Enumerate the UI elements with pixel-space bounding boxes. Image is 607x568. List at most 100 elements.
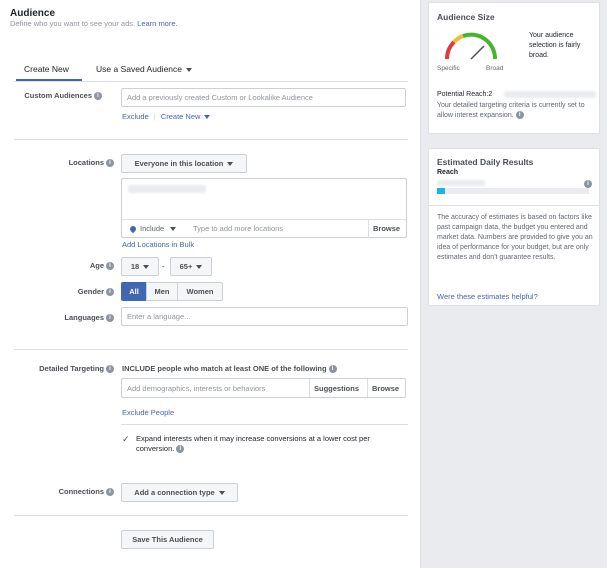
criteria-text-label: Your detailed targeting criteria is curr… xyxy=(437,102,585,119)
location-audience-dropdown[interactable]: Everyone in this location xyxy=(121,154,247,173)
exclude-link[interactable]: Exclude xyxy=(122,112,149,121)
card-divider xyxy=(429,205,599,206)
detailed-targeting-box: Add demographics, interests or behaviors… xyxy=(121,378,406,398)
potential-reach-redacted xyxy=(504,91,596,98)
info-icon[interactable]: i xyxy=(176,445,185,454)
age-max-value: 65+ xyxy=(179,262,193,271)
gauge-red-segment xyxy=(444,40,456,60)
estimates-disclaimer: The accuracy of estimates is based on fa… xyxy=(437,214,593,261)
check-icon[interactable]: ✓ xyxy=(122,434,136,446)
info-icon[interactable]: i xyxy=(515,111,524,120)
info-icon[interactable]: i xyxy=(106,262,114,271)
age-min-dropdown[interactable]: 18 xyxy=(121,257,159,276)
info-icon[interactable]: i xyxy=(106,488,114,497)
detailed-targeting-browse-button[interactable]: Browse xyxy=(372,384,399,394)
reach-label: Reach xyxy=(437,169,459,176)
reach-bar-fill xyxy=(437,188,445,194)
info-icon[interactable]: i xyxy=(94,92,102,101)
include-criteria-text: INCLUDE people who match at least ONE of… xyxy=(122,364,337,374)
include-dropdown[interactable]: Include xyxy=(128,224,177,234)
age-max-dropdown[interactable]: 65+ xyxy=(170,257,212,276)
chevron-down-icon xyxy=(186,67,193,72)
tabs-divider xyxy=(14,81,408,82)
locations-label: Locations i xyxy=(24,158,114,168)
custom-audience-input[interactable]: Add a previously created Custom or Looka… xyxy=(121,88,406,107)
expand-interests-text: Expand interests when it may increase co… xyxy=(136,434,406,454)
add-location-input[interactable]: Type to add more locations xyxy=(193,224,283,234)
locations-box: Include Type to add more locations Brows… xyxy=(121,178,407,238)
info-icon[interactable]: i xyxy=(106,288,114,297)
languages-label: Languages i xyxy=(24,313,114,323)
include-criteria-label: INCLUDE people who match at least ONE of… xyxy=(122,364,327,373)
gauge-broad-label: Broad xyxy=(486,65,504,72)
tab-saved-audience[interactable]: Use a Saved Audience xyxy=(96,64,193,74)
info-icon[interactable]: i xyxy=(328,365,337,374)
detailed-targeting-label-text: Detailed Targeting xyxy=(39,364,104,373)
detailed-targeting-label: Detailed Targeting i xyxy=(24,364,114,374)
audience-gauge-icon xyxy=(444,32,498,60)
reach-bar-track xyxy=(437,188,589,194)
gauge-specific-label: Specific xyxy=(437,65,460,72)
age-label-text: Age xyxy=(89,261,104,270)
add-locations-bulk-link[interactable]: Add Locations in Bulk xyxy=(122,240,194,250)
info-icon[interactable]: i xyxy=(106,365,114,374)
browse-divider xyxy=(368,220,369,238)
custom-audiences-label: Custom Audiences i xyxy=(12,91,102,101)
gender-option-men[interactable]: Men xyxy=(146,282,178,301)
suggestions-button[interactable]: Suggestions xyxy=(314,384,359,394)
browse-divider xyxy=(367,379,368,397)
age-label: Age i xyxy=(24,261,114,271)
tab-create-new[interactable]: Create New xyxy=(24,64,69,74)
gender-option-all[interactable]: All xyxy=(121,282,147,301)
create-new-link[interactable]: Create New xyxy=(161,112,201,121)
gauge-yellow-segment xyxy=(452,34,464,44)
connection-type-label: Add a connection type xyxy=(134,488,215,497)
locations-label-text: Locations xyxy=(68,158,104,167)
save-audience-button[interactable]: Save This Audience xyxy=(121,530,214,549)
custom-audience-actions: Exclude | Create New xyxy=(122,112,211,122)
info-icon[interactable]: i xyxy=(106,159,114,168)
map-pin-icon xyxy=(128,224,138,234)
connection-type-dropdown[interactable]: Add a connection type xyxy=(121,483,238,502)
audience-size-card: Audience Size Specific Broad Your audien… xyxy=(428,2,600,134)
exclude-people-link[interactable]: Exclude People xyxy=(122,408,174,418)
tab-saved-audience-label: Use a Saved Audience xyxy=(96,64,183,74)
section-divider xyxy=(14,139,408,140)
estimated-results-card: Estimated Daily Results Reach i The accu… xyxy=(428,148,600,306)
section-divider xyxy=(14,349,408,350)
age-separator: - xyxy=(162,262,165,271)
estimates-helpful-link[interactable]: Were these estimates helpful? xyxy=(437,292,538,301)
connections-label-text: Connections xyxy=(58,487,104,496)
detailed-targeting-input[interactable]: Add demographics, interests or behaviors xyxy=(127,384,265,394)
audience-panel: Audience Define who you want to see your… xyxy=(0,0,421,568)
chevron-down-icon xyxy=(170,227,177,232)
locations-browse-button[interactable]: Browse xyxy=(373,224,400,234)
languages-label-text: Languages xyxy=(64,313,104,322)
reach-value-redacted xyxy=(437,180,485,186)
audience-subtitle: Define who you want to see your ads. Lea… xyxy=(10,19,178,28)
separator: | xyxy=(153,112,156,121)
languages-input[interactable]: Enter a language... xyxy=(121,307,408,326)
chevron-down-icon xyxy=(218,491,225,496)
audience-size-title: Audience Size xyxy=(437,12,495,22)
section-divider xyxy=(14,515,408,516)
chevron-down-icon xyxy=(143,265,150,270)
audience-subtitle-text: Define who you want to see your ads. xyxy=(10,19,136,28)
right-column: Audience Size Specific Broad Your audien… xyxy=(428,0,607,568)
chevron-down-icon xyxy=(204,115,211,120)
gender-label: Gender i xyxy=(24,287,114,297)
gauge-green-segment xyxy=(462,32,498,60)
learn-more-link[interactable]: Learn more. xyxy=(137,19,177,28)
potential-reach: Potential Reach:2 xyxy=(437,91,493,98)
section-divider xyxy=(121,424,408,425)
gender-option-women[interactable]: Women xyxy=(177,282,223,301)
info-icon[interactable]: i xyxy=(584,180,592,188)
chevron-down-icon xyxy=(196,265,203,270)
audience-title: Audience xyxy=(10,8,56,19)
selected-location-redacted xyxy=(128,185,206,193)
location-audience-dropdown-label: Everyone in this location xyxy=(134,159,224,168)
info-icon[interactable]: i xyxy=(106,314,114,323)
estimated-results-title: Estimated Daily Results xyxy=(437,157,534,167)
connections-label: Connections i xyxy=(24,487,114,497)
custom-audiences-label-text: Custom Audiences xyxy=(24,91,92,100)
